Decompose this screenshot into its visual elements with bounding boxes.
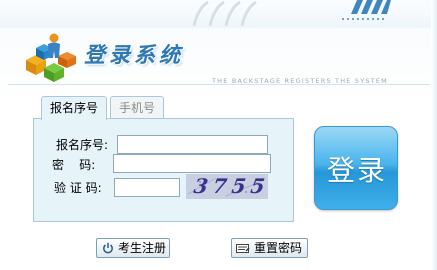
captcha-label: 验 证 码:: [54, 181, 102, 195]
tab-registration-number[interactable]: 报名序号: [41, 96, 107, 120]
captcha-text: 3755: [192, 174, 272, 198]
captcha-image[interactable]: 3755: [186, 174, 272, 199]
cubes-person-logo-icon: [26, 33, 76, 82]
password-label: 密 码:: [52, 158, 96, 172]
page-title: 登录系统: [84, 42, 184, 67]
decorative-curves-icon: [192, 0, 257, 26]
login-button[interactable]: 登录: [314, 126, 398, 210]
reset-password-button[interactable]: 重置密码: [231, 238, 308, 258]
decorative-dots-icon: [342, 18, 384, 20]
register-button-label: 考生注册: [118, 241, 167, 255]
register-button[interactable]: 考生注册: [96, 238, 170, 258]
window-edge: [431, 0, 437, 270]
power-icon: [103, 242, 113, 254]
header-divider: [8, 84, 430, 85]
registration-number-input[interactable]: [117, 135, 268, 154]
login-window: 登录系统 THE BACKSTAGE REGISTERS THE SYSTEM …: [0, 0, 437, 270]
decorative-stripes-icon: [351, 0, 391, 14]
tab-phone-number[interactable]: 手机号: [110, 96, 164, 118]
captcha-input[interactable]: [114, 178, 180, 197]
password-input[interactable]: [113, 154, 271, 173]
registration-number-label: 报名序号:: [56, 138, 109, 152]
keyboard-icon: [236, 244, 250, 253]
login-button-label: 登录: [326, 154, 387, 187]
reset-password-button-label: 重置密码: [254, 241, 303, 255]
